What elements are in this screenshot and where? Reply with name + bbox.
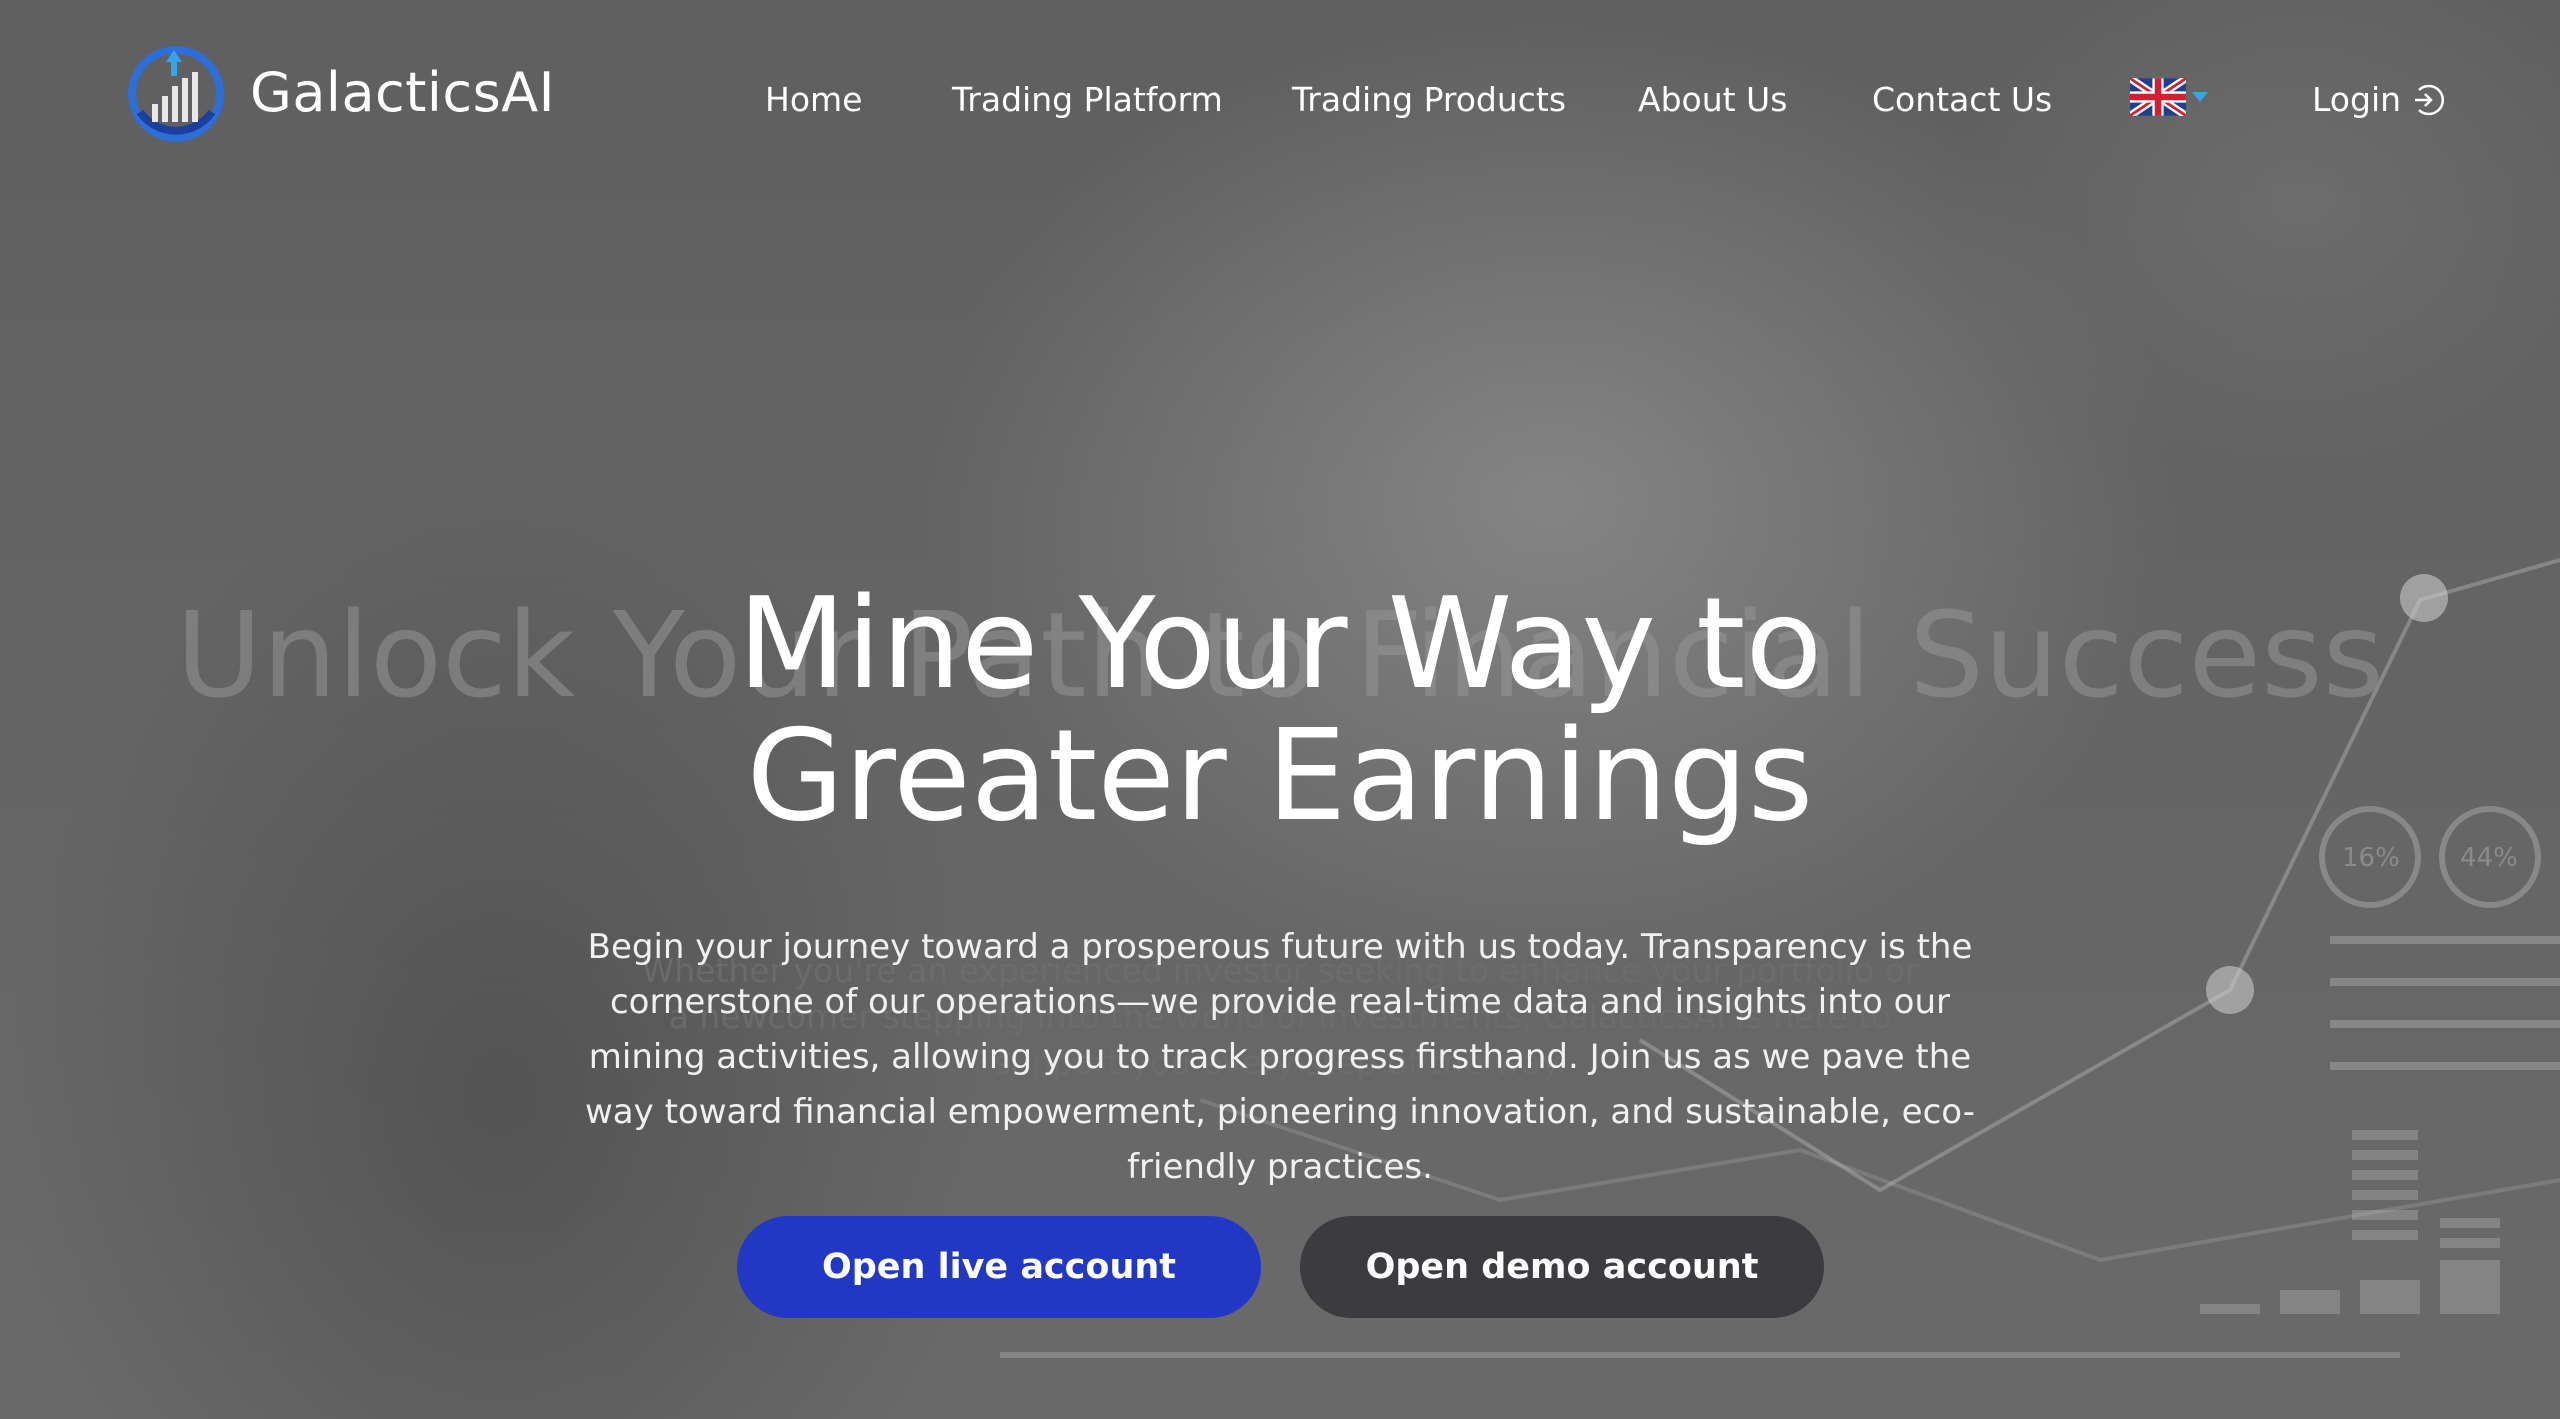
login-label: Login [2312,80,2402,119]
hero-section: 16% 44% GalacticsAI Home Trading Platfor… [0,0,2560,1419]
hero-title-line2: Greater Earnings [746,702,1814,849]
nav-item-about-us[interactable]: About Us [1638,72,1787,128]
gauge-label-16: 16% [2342,843,2400,873]
open-demo-account-button[interactable]: Open demo account [1300,1216,1824,1318]
hero-description: Begin your journey toward a prosperous f… [585,927,1975,1187]
site-header: GalacticsAI Home Trading Platform Tradin… [0,0,2560,200]
nav-item-trading-products[interactable]: Trading Products [1292,72,1566,128]
nav-item-contact-us[interactable]: Contact Us [1872,72,2052,128]
nav-item-trading-platform[interactable]: Trading Platform [952,72,1223,128]
gauge-label-44: 44% [2460,843,2518,873]
hero-title: Mine Your Way to Greater Earnings [0,578,2560,842]
login-link[interactable]: Login [2312,72,2445,128]
hero-title-line1: Mine Your Way to [737,570,1823,717]
login-arrow-icon [2415,84,2445,116]
language-selector[interactable] [2130,78,2208,116]
open-live-account-button[interactable]: Open live account [737,1216,1261,1318]
nav-item-home[interactable]: Home [765,72,862,128]
chevron-down-icon [2192,92,2208,102]
uk-flag-icon [2130,78,2186,116]
